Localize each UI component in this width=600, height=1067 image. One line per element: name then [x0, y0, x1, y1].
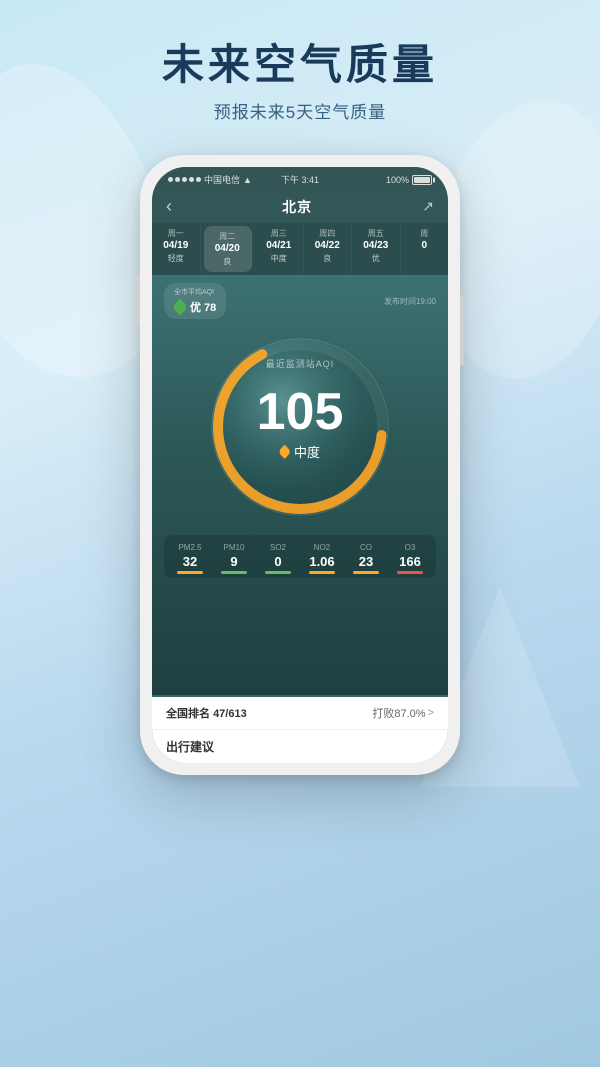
pollutant-bar-5	[397, 571, 423, 574]
day-date-1: 04/20	[208, 243, 248, 254]
city-avg-value: 优 78	[174, 299, 216, 315]
day-date-0: 04/19	[156, 240, 196, 251]
pollutant-bar-3	[309, 571, 335, 574]
pollutant-no2: NO2 1.06	[300, 543, 344, 574]
wifi-icon: ▲	[243, 175, 252, 185]
signal-dots	[168, 177, 201, 182]
day-item-wed[interactable]: 周三 04/21 中度	[255, 223, 304, 275]
nav-title: 北京	[282, 197, 312, 217]
share-button[interactable]: ↗	[422, 198, 434, 215]
day-date-5: 0	[405, 240, 445, 251]
gauge-label: 最近监测站AQI	[200, 357, 400, 370]
status-bar: 中国电信 ▲ 下午 3:41 100%	[152, 167, 448, 190]
pollutant-bar-2	[265, 571, 291, 574]
leaf-icon-green	[172, 299, 189, 316]
battery-percent: 100%	[386, 175, 409, 185]
ranking-label: 全国排名	[166, 708, 213, 720]
day-quality-4: 优	[356, 253, 396, 264]
pollutant-value-0: 32	[168, 554, 212, 569]
day-week-5: 周	[405, 228, 445, 239]
pollutant-bar-1	[221, 571, 247, 574]
ranking-left: 全国排名 47/613	[166, 705, 247, 721]
ranking-value: 47/613	[213, 708, 247, 720]
day-date-3: 04/22	[308, 240, 348, 251]
pollutant-so2: SO2 0	[256, 543, 300, 574]
gauge-quality-text: 中度	[294, 442, 320, 461]
city-avg-label: 全市平均AQI	[174, 287, 216, 297]
ranking-bar[interactable]: 全国排名 47/613 打败87.0% >	[152, 697, 448, 729]
pollutant-value-1: 9	[212, 554, 256, 569]
pollutant-co: CO 23	[344, 543, 388, 574]
publish-time: 发布时间19:00	[384, 296, 436, 307]
pollutant-name-4: CO	[344, 543, 388, 552]
aqi-gauge: 最近监测站AQI 105 中度	[200, 327, 400, 527]
gauge-quality: 中度	[257, 442, 344, 461]
day-week-1: 周二	[208, 231, 248, 242]
pollutant-pm10: PM10 9	[212, 543, 256, 574]
day-item-mon[interactable]: 周一 04/19 轻度	[152, 223, 201, 275]
signal-dot-1	[168, 177, 173, 182]
pollutant-value-3: 1.06	[300, 554, 344, 569]
pollutant-name-1: PM10	[212, 543, 256, 552]
day-quality-1: 良	[208, 256, 248, 267]
defeat-label: 打败87.0%	[372, 705, 425, 721]
day-week-4: 周五	[356, 228, 396, 239]
day-quality-0: 轻度	[156, 253, 196, 264]
signal-dot-2	[175, 177, 180, 182]
phone-outer: 中国电信 ▲ 下午 3:41 100% ‹ 北京 ↗	[140, 155, 460, 775]
pollutants-row: PM2.5 32 PM10 9 SO2 0	[164, 535, 436, 578]
carrier-name: 中国电信	[204, 173, 240, 186]
gauge-value-box: 105 中度	[257, 386, 344, 461]
signal-dot-5	[196, 177, 201, 182]
phone-mockup: 中国电信 ▲ 下午 3:41 100% ‹ 北京 ↗	[140, 155, 460, 775]
battery-icon	[412, 175, 432, 185]
pollutant-value-2: 0	[256, 554, 300, 569]
signal-dot-3	[182, 177, 187, 182]
day-week-0: 周一	[156, 228, 196, 239]
day-week-3: 周四	[308, 228, 348, 239]
back-button[interactable]: ‹	[166, 196, 172, 217]
pollutant-name-3: NO2	[300, 543, 344, 552]
pollutant-bar-0	[177, 571, 203, 574]
pollutant-value-5: 166	[388, 554, 432, 569]
leaf-icon-orange	[278, 444, 292, 458]
status-time: 下午 3:41	[281, 173, 319, 186]
day-item-sat[interactable]: 周 0	[401, 223, 449, 275]
day-quality-2: 中度	[259, 253, 299, 264]
pollutant-name-2: SO2	[256, 543, 300, 552]
page-subtitle: 预报未来5天空气质量	[0, 98, 600, 123]
page-title: 未来空气质量	[0, 40, 600, 90]
travel-section: 出行建议	[152, 729, 448, 763]
pollutant-name-0: PM2.5	[168, 543, 212, 552]
day-quality-3: 良	[308, 253, 348, 264]
travel-title: 出行建议	[166, 738, 434, 755]
pollutant-o3: O3 166	[388, 543, 432, 574]
city-avg-number: 优 78	[190, 299, 216, 315]
signal-dot-4	[189, 177, 194, 182]
ranking-right: 打败87.0% >	[372, 705, 434, 721]
phone-screen: 中国电信 ▲ 下午 3:41 100% ‹ 北京 ↗	[152, 167, 448, 763]
city-avg-box: 全市平均AQI 优 78	[164, 283, 226, 319]
nav-bar: ‹ 北京 ↗	[152, 190, 448, 223]
day-selector: 周一 04/19 轻度 周二 04/20 良 周三 04/21 中度	[152, 223, 448, 275]
ranking-arrow: >	[428, 707, 434, 719]
aqi-header: 全市平均AQI 优 78 发布时间19:00	[164, 283, 436, 319]
pollutant-pm25: PM2.5 32	[168, 543, 212, 574]
day-item-tue[interactable]: 周二 04/20 良	[204, 226, 253, 272]
battery-fill	[414, 177, 430, 183]
day-week-2: 周三	[259, 228, 299, 239]
day-item-thu[interactable]: 周四 04/22 良	[304, 223, 353, 275]
day-date-4: 04/23	[356, 240, 396, 251]
status-right: 100%	[386, 175, 432, 185]
pollutant-bar-4	[353, 571, 379, 574]
gauge-number: 105	[257, 386, 344, 438]
day-item-fri[interactable]: 周五 04/23 优	[352, 223, 401, 275]
status-left: 中国电信 ▲	[168, 173, 252, 186]
day-date-2: 04/21	[259, 240, 299, 251]
header-section: 未来空气质量 预报未来5天空气质量	[0, 40, 600, 123]
pollutant-value-4: 23	[344, 554, 388, 569]
pollutant-name-5: O3	[388, 543, 432, 552]
aqi-section: 全市平均AQI 优 78 发布时间19:00	[152, 275, 448, 695]
